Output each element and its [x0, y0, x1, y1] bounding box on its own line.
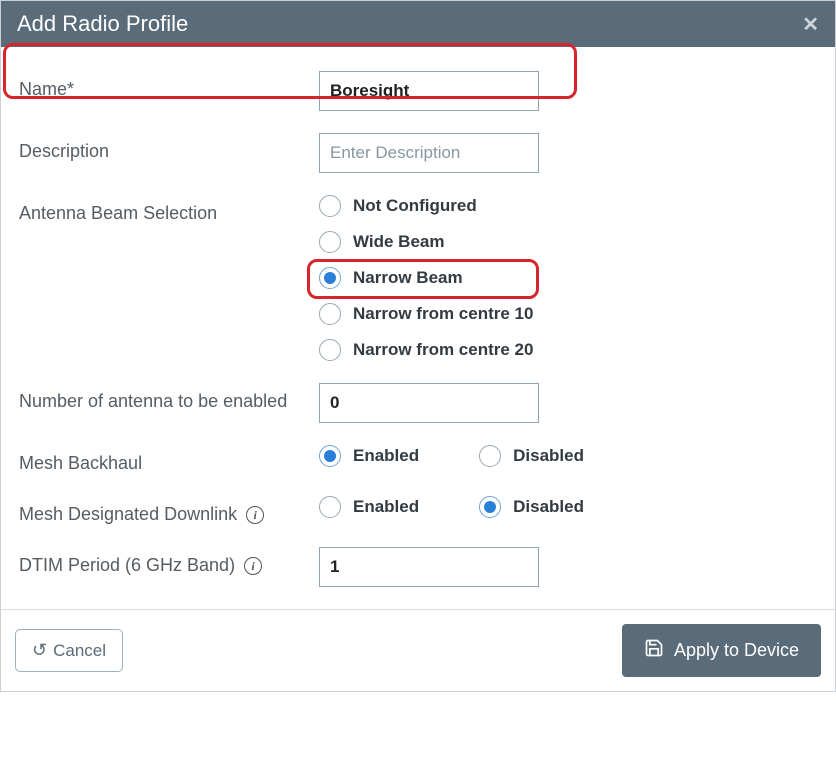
- name-input[interactable]: [319, 71, 539, 111]
- cancel-button[interactable]: Cancel: [15, 629, 123, 672]
- info-icon[interactable]: i: [246, 506, 264, 524]
- mesh-backhaul-row: Mesh Backhaul Enabled Disabled: [19, 445, 817, 474]
- antenna-beam-option-narrow-10[interactable]: Narrow from centre 10: [319, 303, 817, 325]
- close-icon[interactable]: ✕: [802, 12, 819, 37]
- antenna-beam-option-narrow-beam[interactable]: Narrow Beam: [319, 267, 817, 289]
- apply-to-device-button[interactable]: Apply to Device: [622, 624, 821, 677]
- mesh-backhaul-enabled[interactable]: Enabled: [319, 445, 419, 467]
- add-radio-profile-dialog: Add Radio Profile ✕ Name* Description An…: [0, 0, 836, 692]
- radio-icon: [319, 267, 341, 289]
- undo-icon: [32, 640, 47, 661]
- name-row: Name*: [19, 71, 817, 111]
- num-antenna-label: Number of antenna to be enabled: [19, 383, 319, 412]
- dialog-footer: Cancel Apply to Device: [1, 609, 835, 691]
- dtim-input[interactable]: [319, 547, 539, 587]
- radio-icon: [319, 445, 341, 467]
- mesh-downlink-enabled[interactable]: Enabled: [319, 496, 419, 518]
- mesh-backhaul-label: Mesh Backhaul: [19, 445, 319, 474]
- dialog-body: Name* Description Antenna Beam Selection…: [1, 47, 835, 609]
- antenna-beam-label: Antenna Beam Selection: [19, 195, 319, 224]
- dtim-label: DTIM Period (6 GHz Band) i: [19, 547, 319, 576]
- dtim-row: DTIM Period (6 GHz Band) i: [19, 547, 817, 587]
- radio-icon: [319, 339, 341, 361]
- mesh-backhaul-disabled[interactable]: Disabled: [479, 445, 584, 467]
- radio-icon: [479, 496, 501, 518]
- antenna-beam-option-wide-beam[interactable]: Wide Beam: [319, 231, 817, 253]
- antenna-beam-option-not-configured[interactable]: Not Configured: [319, 195, 817, 217]
- antenna-beam-options: Not Configured Wide Beam Narrow Beam Nar…: [319, 195, 817, 361]
- name-label: Name*: [19, 71, 319, 100]
- info-icon[interactable]: i: [244, 557, 262, 575]
- radio-icon: [319, 303, 341, 325]
- description-input[interactable]: [319, 133, 539, 173]
- radio-icon: [319, 231, 341, 253]
- mesh-downlink-disabled[interactable]: Disabled: [479, 496, 584, 518]
- radio-icon: [319, 195, 341, 217]
- radio-icon: [479, 445, 501, 467]
- save-icon: [644, 638, 664, 663]
- mesh-downlink-label: Mesh Designated Downlink i: [19, 496, 319, 525]
- antenna-beam-row: Antenna Beam Selection Not Configured Wi…: [19, 195, 817, 361]
- antenna-beam-option-narrow-20[interactable]: Narrow from centre 20: [319, 339, 817, 361]
- mesh-downlink-row: Mesh Designated Downlink i Enabled Disab…: [19, 496, 817, 525]
- description-label: Description: [19, 133, 319, 162]
- description-row: Description: [19, 133, 817, 173]
- radio-icon: [319, 496, 341, 518]
- dialog-title: Add Radio Profile: [17, 11, 188, 37]
- num-antenna-row: Number of antenna to be enabled: [19, 383, 817, 423]
- num-antenna-input[interactable]: [319, 383, 539, 423]
- dialog-titlebar: Add Radio Profile ✕: [1, 1, 835, 47]
